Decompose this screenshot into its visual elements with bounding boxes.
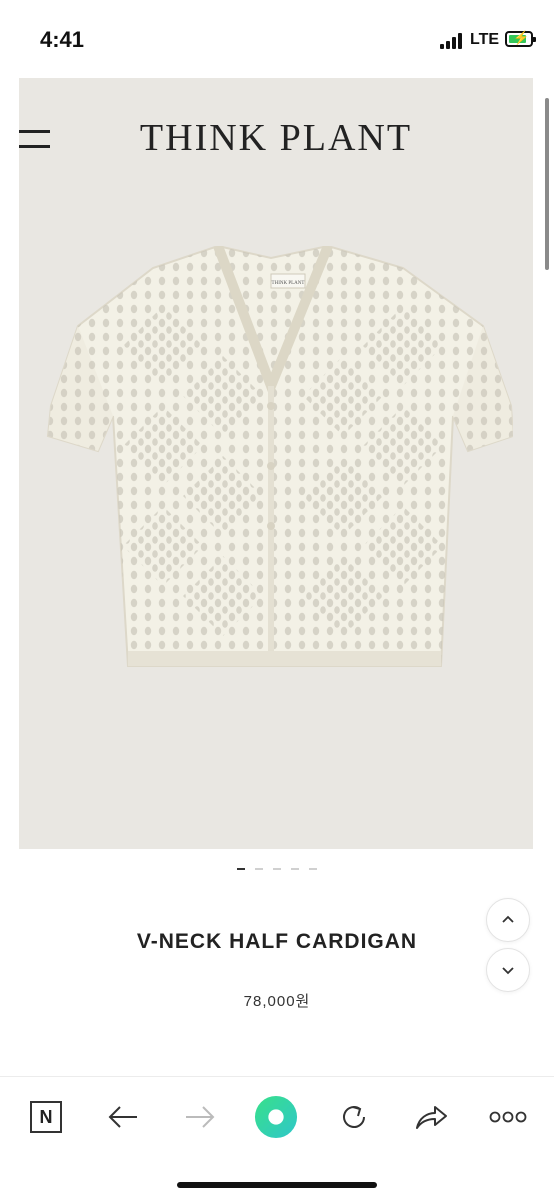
product-photo: THINK PLANT [46, 246, 513, 667]
more-button[interactable] [486, 1095, 530, 1139]
more-icon [489, 1111, 527, 1123]
product-price: 78,000원 [243, 993, 311, 1010]
scroll-indicator[interactable] [545, 98, 549, 270]
naver-home-button[interactable]: N [24, 1095, 68, 1139]
refresh-icon [343, 1106, 365, 1128]
forward-arrow-icon [186, 1106, 215, 1128]
status-bar: 4:41 LTE ⚡ [0, 0, 554, 78]
chevron-up-icon [502, 915, 514, 923]
refresh-button[interactable] [332, 1095, 376, 1139]
pagination-dot[interactable] [291, 868, 299, 870]
back-button[interactable] [101, 1095, 145, 1139]
naver-home-icon: N [30, 1101, 62, 1133]
pagination-dot[interactable] [255, 868, 263, 870]
pagination-dot[interactable] [273, 868, 281, 870]
pagination-dot[interactable] [309, 868, 317, 870]
pagination-dot[interactable] [237, 868, 245, 870]
green-dot-icon [254, 1095, 298, 1139]
carousel-pagination [0, 868, 554, 870]
green-dot-button[interactable] [254, 1095, 298, 1139]
share-button[interactable] [409, 1095, 453, 1139]
brand-logo[interactable]: THINK PLANT [19, 116, 533, 160]
scroll-up-button[interactable] [486, 898, 530, 942]
status-time: 4:41 [40, 27, 85, 52]
product-image-carousel[interactable]: THINK PLANT THINK PLANT [19, 78, 533, 849]
product-name: V-NECK HALF CARDIGAN [136, 930, 418, 953]
signal-icon [440, 33, 464, 49]
back-arrow-icon [108, 1106, 137, 1128]
chevron-down-icon [502, 967, 514, 975]
scroll-down-button[interactable] [486, 948, 530, 992]
network-label: LTE [470, 31, 500, 48]
share-icon [416, 1106, 447, 1129]
home-indicator[interactable] [177, 1182, 377, 1188]
forward-button[interactable] [178, 1095, 222, 1139]
battery-charging-icon: ⚡ [505, 30, 536, 47]
product-tag: THINK PLANT [272, 281, 305, 286]
